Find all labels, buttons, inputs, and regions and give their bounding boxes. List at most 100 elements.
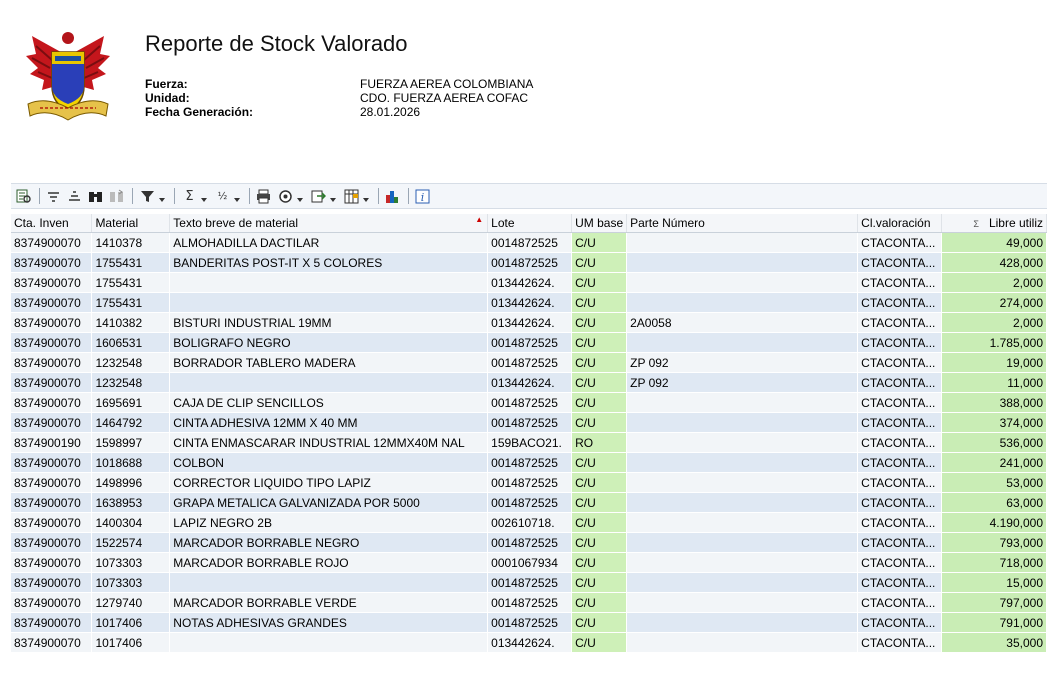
table-cell[interactable] [626, 392, 859, 413]
table-cell[interactable]: CTACONTA... [857, 292, 943, 313]
table-cell[interactable]: C/U [571, 512, 628, 533]
table-cell[interactable]: 0014872525 [487, 572, 573, 593]
filter-icon[interactable] [137, 187, 168, 206]
table-cell[interactable]: C/U [571, 492, 628, 513]
table-cell[interactable] [169, 372, 489, 393]
table-cell[interactable]: CTACONTA... [857, 632, 943, 653]
table-row[interactable]: 8374900070 1522574 MARCADOR BORRABLE NEGRO… [11, 532, 1047, 553]
table-cell[interactable] [626, 632, 859, 653]
table-cell[interactable]: 35,000 [941, 632, 1047, 653]
table-cell[interactable]: MARCADOR BORRABLE NEGRO [169, 532, 489, 553]
details-icon[interactable] [14, 187, 33, 206]
table-cell[interactable]: C/U [571, 632, 628, 653]
table-cell[interactable]: 1410382 [91, 312, 171, 333]
table-cell[interactable]: 8374900070 [11, 412, 93, 433]
print-icon[interactable] [254, 187, 273, 206]
table-cell[interactable]: 1018688 [91, 452, 171, 473]
table-cell[interactable]: 2A0058 [626, 312, 859, 333]
table-cell[interactable]: 8374900070 [11, 392, 93, 413]
table-cell[interactable]: 1410378 [91, 232, 171, 253]
table-cell[interactable]: CTACONTA... [857, 272, 943, 293]
info-icon[interactable]: i [413, 187, 432, 206]
table-cell[interactable]: C/U [571, 252, 628, 273]
table-cell[interactable]: ZP 092 [626, 352, 859, 373]
table-cell[interactable] [626, 612, 859, 633]
table-cell[interactable]: 0014872525 [487, 452, 573, 473]
sum-icon[interactable]: Σ [179, 187, 210, 206]
table-cell[interactable]: 013442624. [487, 372, 573, 393]
table-cell[interactable]: 8374900070 [11, 632, 93, 653]
table-cell[interactable] [626, 532, 859, 553]
table-cell[interactable]: C/U [571, 352, 628, 373]
table-cell[interactable]: 1598997 [91, 432, 171, 453]
table-cell[interactable]: 8374900070 [11, 492, 93, 513]
table-cell[interactable]: CTACONTA... [857, 472, 943, 493]
table-cell[interactable]: ALMOHADILLA DACTILAR [169, 232, 489, 253]
table-cell[interactable]: 0014872525 [487, 232, 573, 253]
table-cell[interactable]: CINTA ADHESIVA 12MM X 40 MM [169, 412, 489, 433]
sort-ascending-icon[interactable] [44, 187, 63, 206]
table-cell[interactable]: 1400304 [91, 512, 171, 533]
table-cell[interactable]: C/U [571, 392, 628, 413]
table-row[interactable]: 8374900070 1017406 013442624. C/U CTACONTA..… [11, 632, 1047, 653]
table-cell[interactable]: 013442624. [487, 632, 573, 653]
table-row[interactable]: 8374900070 1755431 013442624. C/U CTACONTA..… [11, 292, 1047, 313]
table-row[interactable]: 8374900070 1018688 COLBON 0014872525 C/U CTAC… [11, 452, 1047, 473]
table-cell[interactable]: 8374900070 [11, 592, 93, 613]
table-cell[interactable]: 1638953 [91, 492, 171, 513]
table-cell[interactable]: 8374900070 [11, 312, 93, 333]
table-cell[interactable]: 15,000 [941, 572, 1047, 593]
table-cell[interactable]: BANDERITAS POST-IT X 5 COLORES [169, 252, 489, 273]
table-row[interactable]: 8374900070 1073303 0014872525 C/U CTACONTA..… [11, 572, 1047, 593]
table-cell[interactable]: CTACONTA... [857, 412, 943, 433]
table-cell[interactable]: 1755431 [91, 292, 171, 313]
table-cell[interactable]: BOLIGRAFO NEGRO [169, 332, 489, 353]
table-cell[interactable]: 0014872525 [487, 332, 573, 353]
table-cell[interactable]: 0014872525 [487, 592, 573, 613]
table-cell[interactable]: 8374900070 [11, 612, 93, 633]
table-cell[interactable]: MARCADOR BORRABLE VERDE [169, 592, 489, 613]
table-cell[interactable]: 274,000 [941, 292, 1047, 313]
table-row[interactable]: 8374900070 1073303 MARCADOR BORRABLE ROJO 0… [11, 552, 1047, 573]
table-row[interactable]: 8374900070 1017406 NOTAS ADHESIVAS GRANDES… [11, 612, 1047, 633]
subtotal-icon[interactable]: ½ [212, 187, 243, 206]
table-cell[interactable] [626, 272, 859, 293]
table-cell[interactable]: 8374900070 [11, 472, 93, 493]
column-header-libre-utiliz[interactable]: Σ Libre utiliz [941, 214, 1047, 233]
table-cell[interactable]: 4.190,000 [941, 512, 1047, 533]
table-cell[interactable]: 0014872525 [487, 412, 573, 433]
table-cell[interactable] [626, 592, 859, 613]
table-cell[interactable]: 1017406 [91, 612, 171, 633]
table-cell[interactable]: 536,000 [941, 432, 1047, 453]
table-row[interactable]: 8374900070 1410382 BISTURI INDUSTRIAL 19MM… [11, 312, 1047, 333]
table-cell[interactable]: 718,000 [941, 552, 1047, 573]
table-cell[interactable]: 1755431 [91, 252, 171, 273]
table-cell[interactable]: 8374900070 [11, 532, 93, 553]
column-header-um-base[interactable]: UM base [571, 214, 628, 233]
table-row[interactable]: 8374900070 1498996 CORRECTOR LIQUIDO TIPO … [11, 472, 1047, 493]
table-cell[interactable]: CTACONTA... [857, 372, 943, 393]
table-cell[interactable]: 0014872525 [487, 612, 573, 633]
table-cell[interactable]: C/U [571, 572, 628, 593]
table-cell[interactable]: 8374900070 [11, 332, 93, 353]
table-cell[interactable]: BISTURI INDUSTRIAL 19MM [169, 312, 489, 333]
table-cell[interactable]: 8374900070 [11, 272, 93, 293]
graphic-icon[interactable] [383, 187, 402, 206]
table-cell[interactable] [169, 572, 489, 593]
table-row[interactable]: 8374900070 1410378 ALMOHADILLA DACTILAR 001… [11, 232, 1047, 253]
table-cell[interactable]: 793,000 [941, 532, 1047, 553]
table-cell[interactable]: COLBON [169, 452, 489, 473]
table-cell[interactable]: 8374900070 [11, 252, 93, 273]
table-cell[interactable]: 013442624. [487, 292, 573, 313]
table-cell[interactable]: 1232548 [91, 372, 171, 393]
table-cell[interactable]: 8374900070 [11, 572, 93, 593]
column-header-material[interactable]: Material [91, 214, 171, 233]
table-cell[interactable]: CORRECTOR LIQUIDO TIPO LAPIZ [169, 472, 489, 493]
column-header-texto-breve[interactable]: Texto breve de material ▲ [169, 214, 489, 233]
table-cell[interactable]: C/U [571, 532, 628, 553]
table-cell[interactable] [626, 552, 859, 573]
table-row[interactable]: 8374900070 1695691 CAJA DE CLIP SENCILLOS 0… [11, 392, 1047, 413]
table-cell[interactable]: 0014872525 [487, 252, 573, 273]
table-cell[interactable]: 428,000 [941, 252, 1047, 273]
table-cell[interactable]: RO [571, 432, 628, 453]
